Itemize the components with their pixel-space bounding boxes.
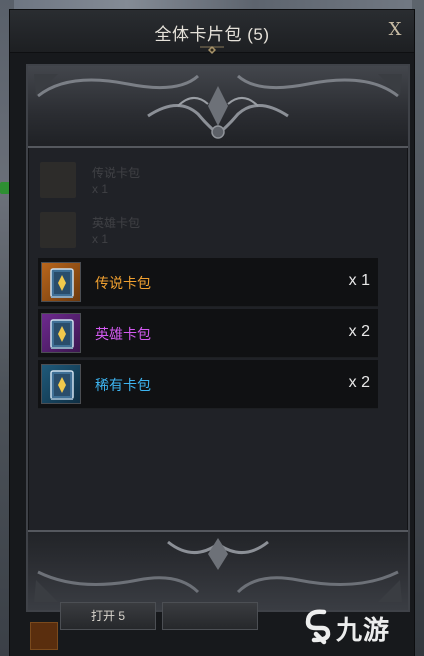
ghost-list-item: 英雄卡包 x 1 xyxy=(40,210,340,250)
ghost-item-qty: x 1 xyxy=(92,182,109,196)
card-pack-icon xyxy=(40,162,76,198)
card-pack-icon xyxy=(40,212,76,248)
window-title: 全体卡片包 (5) xyxy=(154,25,270,44)
secondary-button[interactable] xyxy=(162,602,258,630)
card-pack-icon xyxy=(41,262,81,302)
list-item-legendary-pack[interactable]: 传说卡包 x 1 xyxy=(38,258,378,307)
title-bar: 全体卡片包 (5) X xyxy=(10,10,414,54)
open-button[interactable]: 打开 5 xyxy=(60,602,156,630)
inventory-slot-icon[interactable] xyxy=(30,622,58,650)
close-icon[interactable]: X xyxy=(384,19,406,41)
card-pack-list: 传说卡包 x 1 英雄卡包 x 2 稀有卡包 x 2 xyxy=(38,258,378,411)
background-marker xyxy=(0,182,10,194)
card-pack-icon xyxy=(41,313,81,353)
nine-game-logo-icon xyxy=(305,609,331,645)
list-item-heroic-pack[interactable]: 英雄卡包 x 2 xyxy=(38,309,378,358)
filigree-ornament-icon xyxy=(34,74,402,139)
watermark: 九游 xyxy=(300,596,424,656)
ghost-item-name: 英雄卡包 xyxy=(92,216,141,230)
item-quantity: x 1 xyxy=(348,272,370,289)
item-name: 稀有卡包 xyxy=(95,377,151,393)
title-ornament-icon xyxy=(200,46,224,54)
item-quantity: x 2 xyxy=(348,323,370,340)
ghost-item-qty: x 1 xyxy=(92,232,109,246)
item-name: 英雄卡包 xyxy=(95,326,151,342)
frame-header-ornament xyxy=(28,66,408,148)
ghost-list-item: 传说卡包 x 1 xyxy=(40,160,340,200)
item-quantity: x 2 xyxy=(348,374,370,391)
ghost-item-name: 传说卡包 xyxy=(92,166,141,180)
item-name: 传说卡包 xyxy=(95,275,151,291)
list-item-rare-pack[interactable]: 稀有卡包 x 2 xyxy=(38,360,378,409)
watermark-text: 九游 xyxy=(336,616,391,646)
card-pack-icon xyxy=(41,364,81,404)
